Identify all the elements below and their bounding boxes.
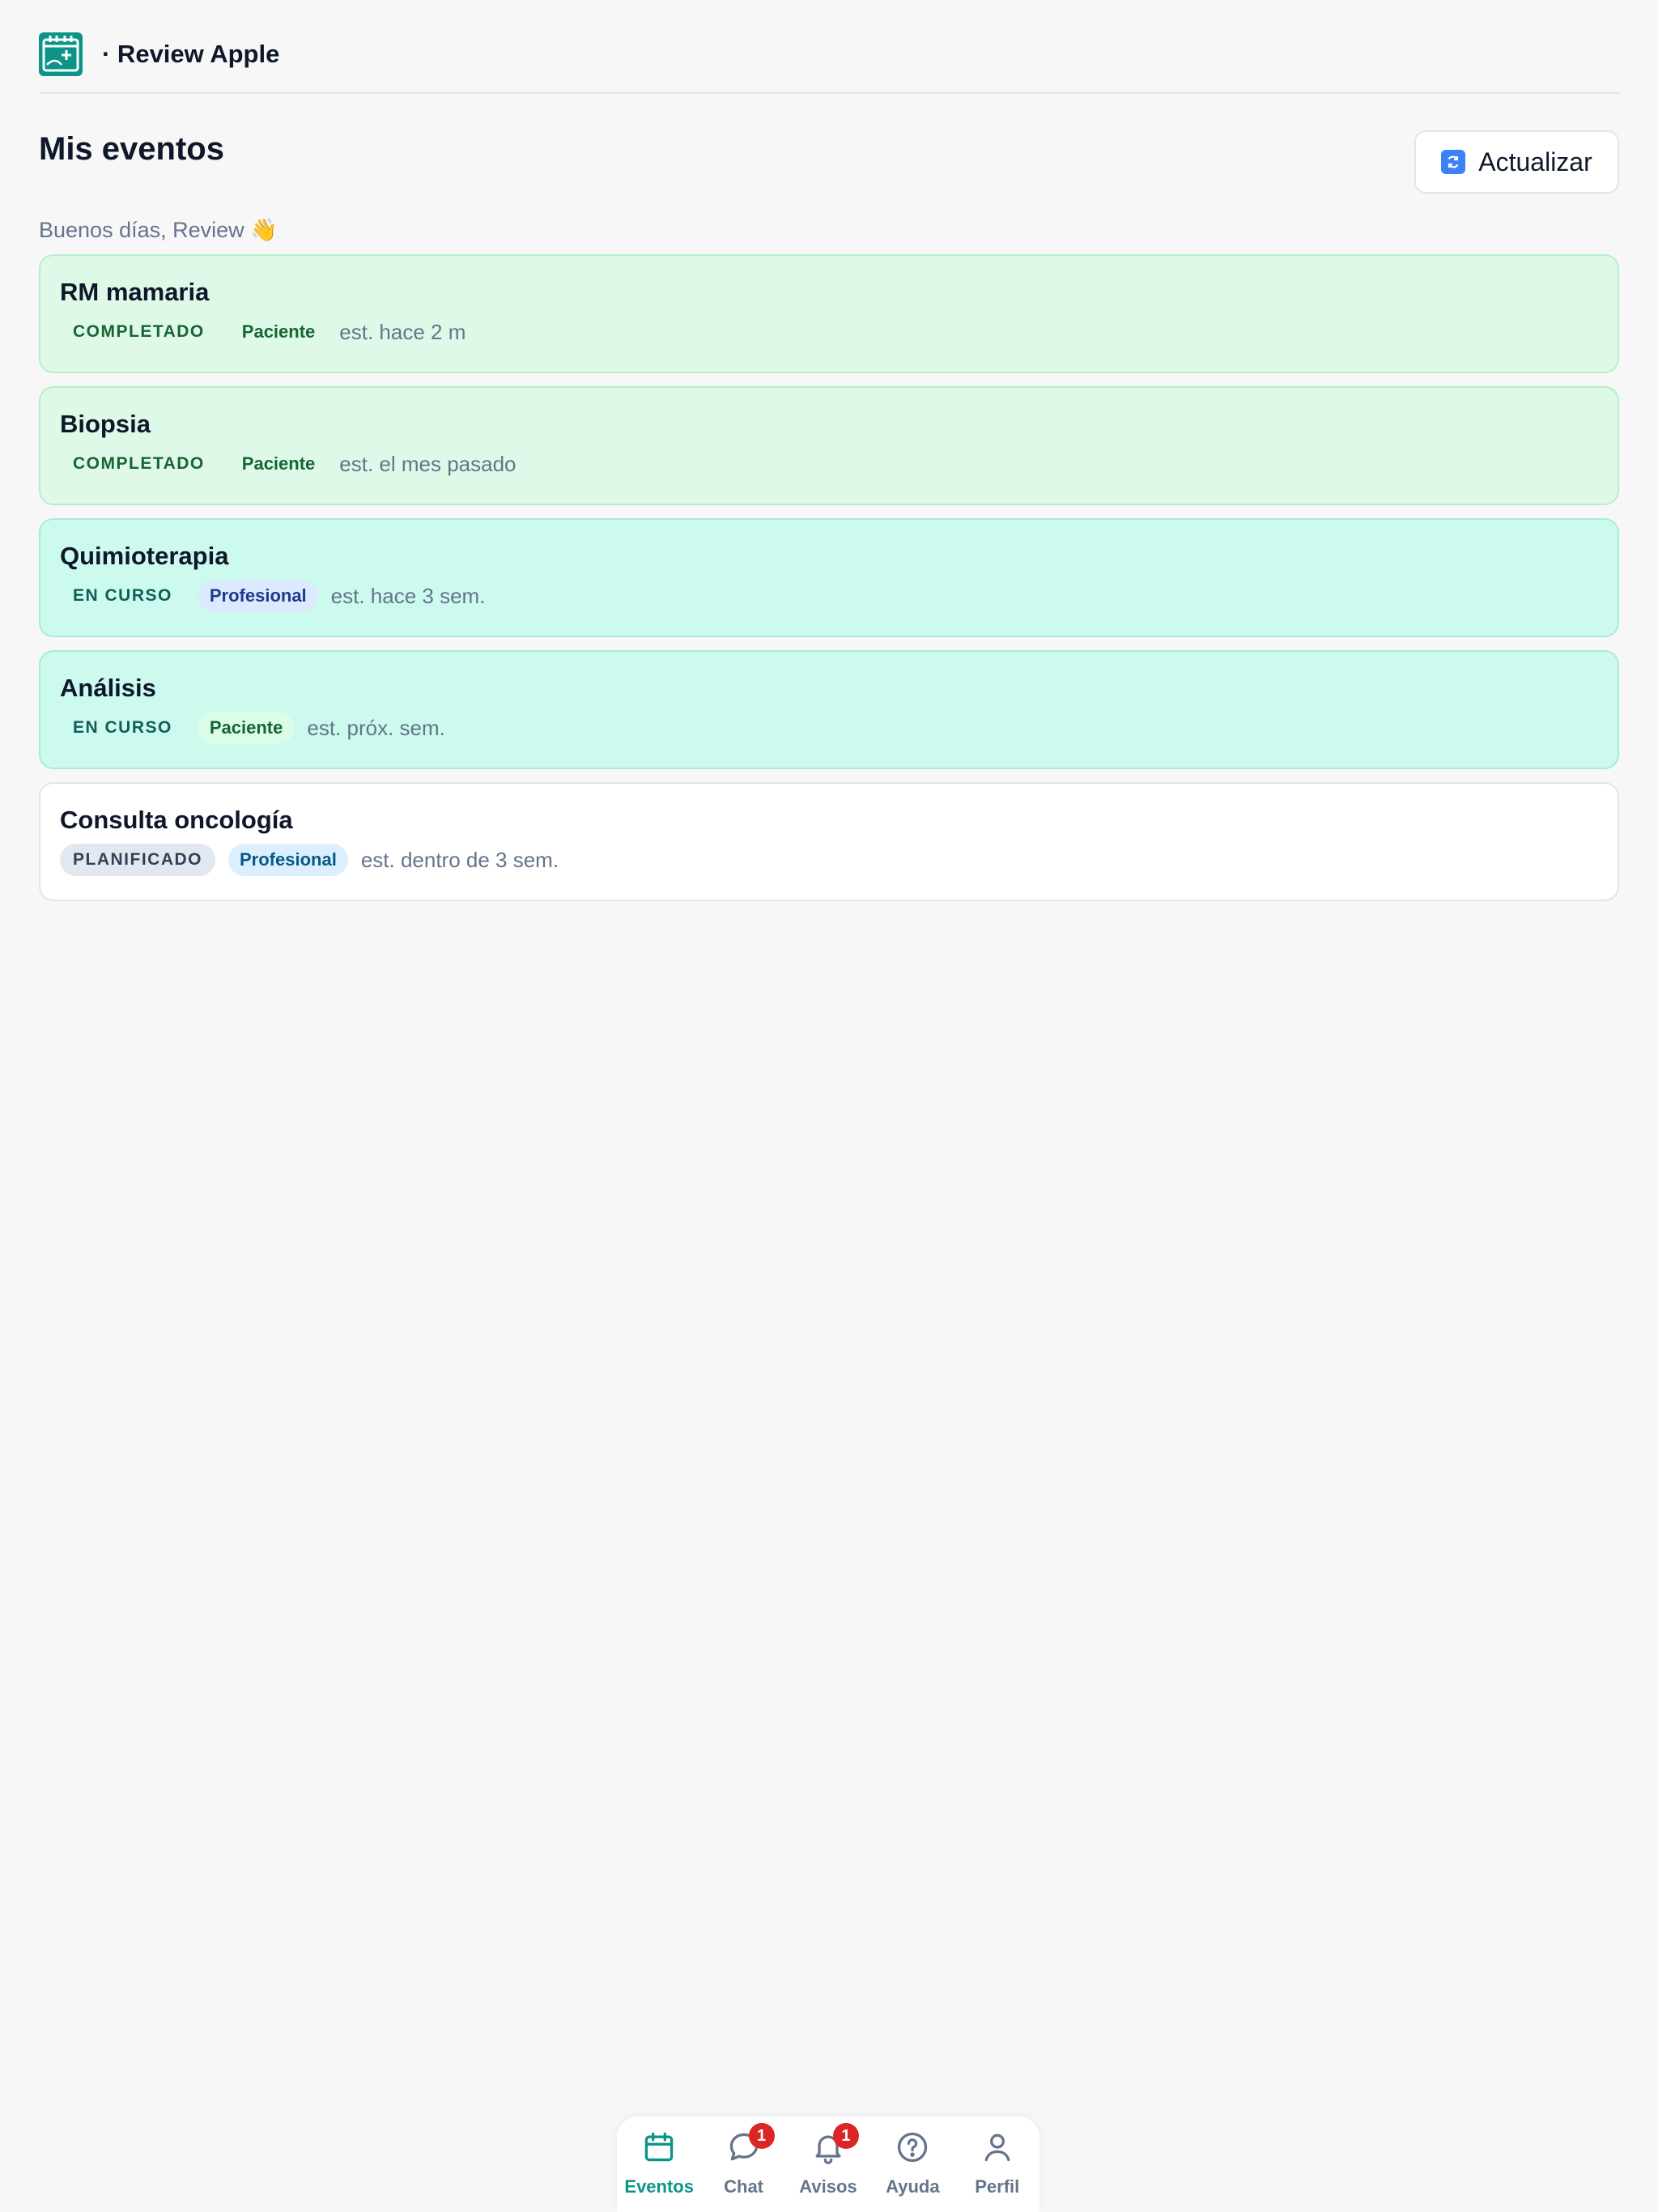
event-title: Análisis bbox=[60, 674, 156, 702]
event-card[interactable]: Quimioterapia EN CURSO Profesional est. … bbox=[39, 518, 1619, 637]
page: · Review Apple Mis eventos Actualizar Bu… bbox=[0, 0, 1658, 2212]
status-badge: EN CURSO bbox=[60, 712, 185, 745]
event-meta: EN CURSO Paciente est. próx. sem. bbox=[60, 711, 1598, 745]
nav-label: Eventos bbox=[624, 2176, 694, 2197]
page-title: Mis eventos bbox=[39, 131, 224, 167]
status-badge: COMPLETADO bbox=[60, 316, 218, 349]
event-date: est. hace 2 m bbox=[339, 319, 466, 344]
nav-item-ayuda[interactable]: Ayuda bbox=[872, 2128, 953, 2197]
role-badge: Profesional bbox=[228, 844, 348, 877]
nav-item-perfil[interactable]: Perfil bbox=[957, 2128, 1038, 2197]
event-card[interactable]: RM mamaria COMPLETADO Paciente est. hace… bbox=[39, 254, 1619, 373]
event-date: est. el mes pasado bbox=[339, 451, 517, 476]
event-title: Consulta oncología bbox=[60, 806, 293, 834]
bottom-nav: Eventos 1 Chat 1 Avisos Ayuda Perfil bbox=[617, 2116, 1039, 2212]
refresh-label: Actualizar bbox=[1478, 147, 1592, 177]
event-title: Quimioterapia bbox=[60, 542, 229, 570]
event-card[interactable]: Biopsia COMPLETADO Paciente est. el mes … bbox=[39, 386, 1619, 505]
calendar-plus-icon[interactable] bbox=[39, 32, 83, 76]
role-badge: Paciente bbox=[198, 712, 295, 745]
app-header: · Review Apple bbox=[39, 23, 1619, 94]
status-badge: PLANIFICADO bbox=[60, 844, 215, 877]
nav-item-eventos[interactable]: Eventos bbox=[619, 2128, 699, 2197]
greeting: Buenos días, Review 👋 bbox=[39, 218, 278, 242]
app-title: · Review Apple bbox=[102, 40, 280, 68]
nav-item-chat[interactable]: 1 Chat bbox=[704, 2123, 784, 2197]
status-badge: EN CURSO bbox=[60, 580, 185, 613]
event-date: est. dentro de 3 sem. bbox=[360, 847, 559, 872]
nav-label: Ayuda bbox=[886, 2176, 940, 2197]
event-date: est. hace 3 sem. bbox=[330, 583, 486, 608]
event-meta: EN CURSO Profesional est. hace 3 sem. bbox=[60, 579, 1598, 613]
event-meta: PLANIFICADO Profesional est. dentro de 3… bbox=[60, 843, 1598, 877]
event-title: RM mamaria bbox=[60, 278, 210, 306]
role-badge: Paciente bbox=[241, 453, 316, 474]
user-icon bbox=[978, 2128, 1017, 2167]
event-card[interactable]: Consulta oncología PLANIFICADO Profesion… bbox=[39, 782, 1619, 901]
event-meta: COMPLETADO Paciente est. hace 2 m bbox=[60, 315, 1598, 349]
nav-label: Avisos bbox=[799, 2176, 857, 2197]
role-badge: Profesional bbox=[198, 580, 318, 613]
event-list: RM mamaria COMPLETADO Paciente est. hace… bbox=[39, 254, 1619, 901]
event-title: Biopsia bbox=[60, 410, 151, 438]
nav-label: Chat bbox=[724, 2176, 764, 2197]
nav-label: Perfil bbox=[975, 2176, 1020, 2197]
event-date: est. próx. sem. bbox=[307, 715, 445, 740]
avisos-badge: 1 bbox=[832, 2123, 859, 2149]
refresh-button[interactable]: Actualizar bbox=[1414, 130, 1619, 194]
event-card[interactable]: Análisis EN CURSO Paciente est. próx. se… bbox=[39, 650, 1619, 769]
refresh-icon bbox=[1441, 150, 1466, 174]
role-badge: Paciente bbox=[241, 321, 316, 342]
chat-badge: 1 bbox=[748, 2123, 775, 2149]
status-badge: COMPLETADO bbox=[60, 448, 218, 481]
calendar-icon bbox=[640, 2128, 678, 2167]
nav-item-avisos[interactable]: 1 Avisos bbox=[788, 2123, 869, 2197]
help-circle-icon bbox=[893, 2128, 932, 2167]
event-meta: COMPLETADO Paciente est. el mes pasado bbox=[60, 447, 1598, 481]
